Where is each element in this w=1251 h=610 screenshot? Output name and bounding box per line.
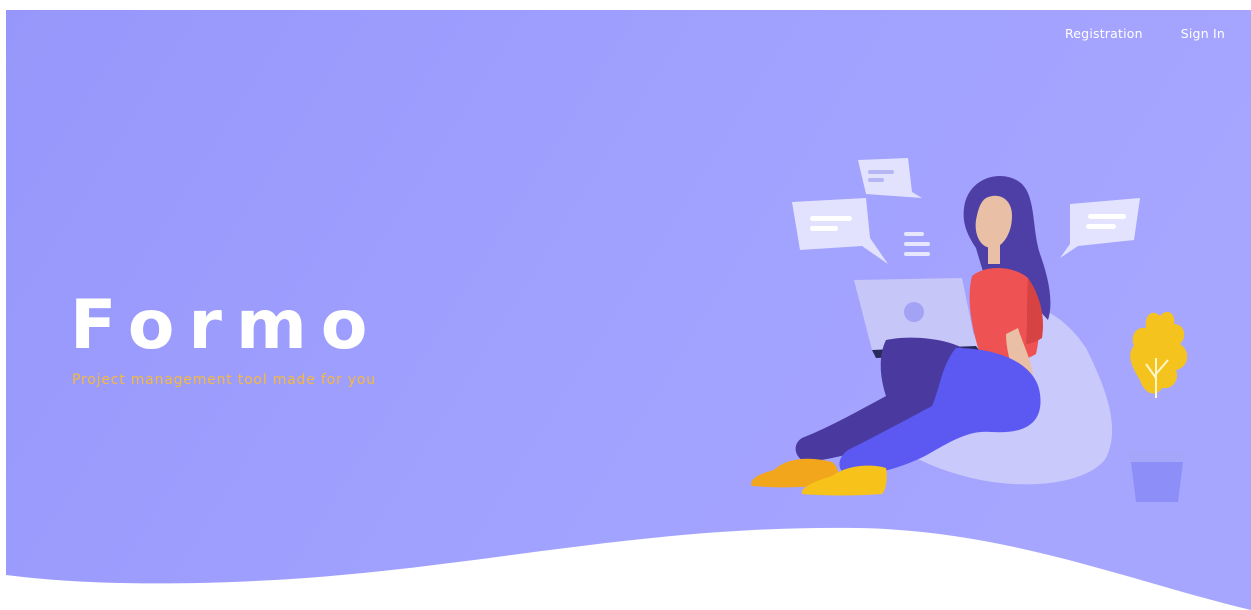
top-nav: Registration Sign In — [1065, 26, 1225, 41]
text-lines-icon — [904, 232, 930, 256]
sign-in-link[interactable]: Sign In — [1181, 26, 1225, 41]
speech-bubble-icon — [792, 198, 888, 264]
plant-icon — [1128, 311, 1188, 502]
brand-block: Formo Project management tool made for y… — [70, 286, 382, 388]
landing-page: Registration Sign In Formo Project manag… — [0, 0, 1251, 610]
registration-link[interactable]: Registration — [1065, 26, 1143, 41]
hero-section: Registration Sign In Formo Project manag… — [6, 10, 1251, 610]
woman-with-laptop-illustration — [751, 158, 1188, 502]
speech-bubble-icon — [1060, 198, 1140, 258]
brand-tagline: Project management tool made for you — [72, 372, 376, 388]
brand-title: Formo — [70, 286, 382, 365]
speech-bubble-icon — [858, 158, 922, 198]
